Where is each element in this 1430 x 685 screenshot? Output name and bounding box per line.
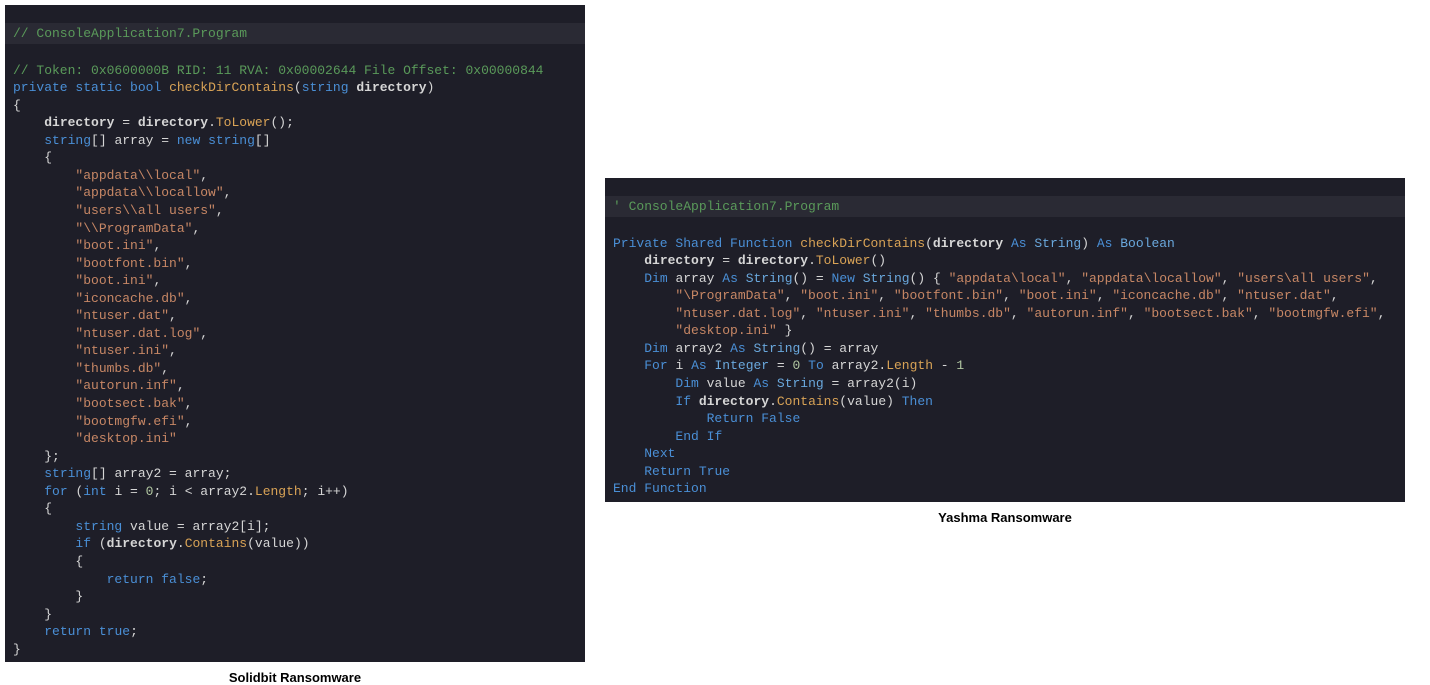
solidbit-code-panel: // ConsoleApplication7.Program // Token:…: [5, 5, 585, 662]
string-literal: "bootsect.bak": [75, 396, 184, 411]
keyword: For: [644, 358, 667, 373]
keyword: If: [675, 394, 691, 409]
type: int: [83, 484, 106, 499]
parameter: directory: [933, 236, 1003, 251]
function-name: checkDirContains: [169, 80, 294, 95]
string-literal: "users\all users": [1237, 271, 1370, 286]
type: bool: [130, 80, 161, 95]
keyword: As: [1011, 236, 1027, 251]
keyword: End: [613, 481, 636, 496]
keyword: for: [44, 484, 67, 499]
keyword: return: [107, 572, 154, 587]
string-literal: "ntuser.dat.log": [675, 306, 800, 321]
yashma-caption: Yashma Ransomware: [605, 510, 1405, 525]
string-literal: "thumbs.db": [75, 361, 161, 376]
identifier: directory: [44, 115, 114, 130]
string-literal: "bootsect.bak": [1144, 306, 1253, 321]
type: string: [302, 80, 349, 95]
property: Length: [886, 358, 933, 373]
string-literal: "desktop.ini": [75, 431, 176, 446]
string-literal: "boot.ini": [75, 238, 153, 253]
code-comment: ' ConsoleApplication7.Program: [613, 199, 839, 214]
solidbit-caption: Solidbit Ransomware: [5, 670, 585, 685]
string-literal: "appdata\local": [949, 271, 1066, 286]
keyword: End: [675, 429, 698, 444]
string-literal: "thumbs.db": [925, 306, 1011, 321]
function-name: checkDirContains: [800, 236, 925, 251]
keyword: To: [808, 358, 824, 373]
method: ToLower: [216, 115, 271, 130]
number: 0: [793, 358, 801, 373]
property: Length: [255, 484, 302, 499]
type: string: [44, 133, 91, 148]
keyword: Then: [902, 394, 933, 409]
type: String: [1034, 236, 1081, 251]
parameter: directory: [356, 80, 426, 95]
keyword: Return: [707, 411, 754, 426]
string-literal: "appdata\\local": [75, 168, 200, 183]
string-literal: "ntuser.dat": [1237, 288, 1331, 303]
string-literal: "autorun.inf": [1027, 306, 1128, 321]
keyword: Shared: [675, 236, 722, 251]
string-literal: "iconcache.db": [1112, 288, 1221, 303]
string-literal: "autorun.inf": [75, 378, 176, 393]
method: Contains: [777, 394, 839, 409]
keyword: Function: [730, 236, 792, 251]
string-literal: "ntuser.dat.log": [75, 326, 200, 341]
keyword: False: [761, 411, 800, 426]
identifier: directory: [644, 253, 714, 268]
string-literal: "bootfont.bin": [894, 288, 1003, 303]
keyword: If: [707, 429, 723, 444]
number: 1: [956, 358, 964, 373]
type: Integer: [714, 358, 769, 373]
string-literal: "appdata\locallow": [1081, 271, 1221, 286]
keyword: True: [699, 464, 730, 479]
string-literal: "boot.ini": [75, 273, 153, 288]
string-literal: "bootmgfw.efi": [75, 414, 184, 429]
keyword: New: [832, 271, 855, 286]
method: Contains: [185, 536, 247, 551]
keyword: Dim: [644, 271, 667, 286]
keyword: if: [75, 536, 91, 551]
keyword: Function: [644, 481, 706, 496]
string-literal: "boot.ini": [1019, 288, 1097, 303]
string-literal: "\\ProgramData": [75, 221, 192, 236]
string-literal: "ntuser.dat": [75, 308, 169, 323]
method: ToLower: [816, 253, 871, 268]
keyword: false: [161, 572, 200, 587]
keyword: private: [13, 80, 68, 95]
string-literal: "appdata\\locallow": [75, 185, 223, 200]
keyword: Private: [613, 236, 668, 251]
type: Boolean: [1120, 236, 1175, 251]
yashma-code-panel: ' ConsoleApplication7.Program Private Sh…: [605, 178, 1405, 502]
string-literal: "ntuser.ini": [75, 343, 169, 358]
keyword: Next: [644, 446, 675, 461]
string-literal: "bootmgfw.efi": [1268, 306, 1377, 321]
string-literal: "boot.ini": [800, 288, 878, 303]
string-literal: "\ProgramData": [675, 288, 784, 303]
string-literal: "desktop.ini": [675, 323, 776, 338]
code-comment: // Token: 0x0600000B RID: 11 RVA: 0x0000…: [13, 63, 544, 78]
keyword: static: [75, 80, 122, 95]
string-literal: "iconcache.db": [75, 291, 184, 306]
code-comment: // ConsoleApplication7.Program: [13, 26, 247, 41]
keyword: new: [177, 133, 200, 148]
string-literal: "bootfont.bin": [75, 256, 184, 271]
string-literal: "ntuser.ini": [816, 306, 910, 321]
string-literal: "users\\all users": [75, 203, 215, 218]
